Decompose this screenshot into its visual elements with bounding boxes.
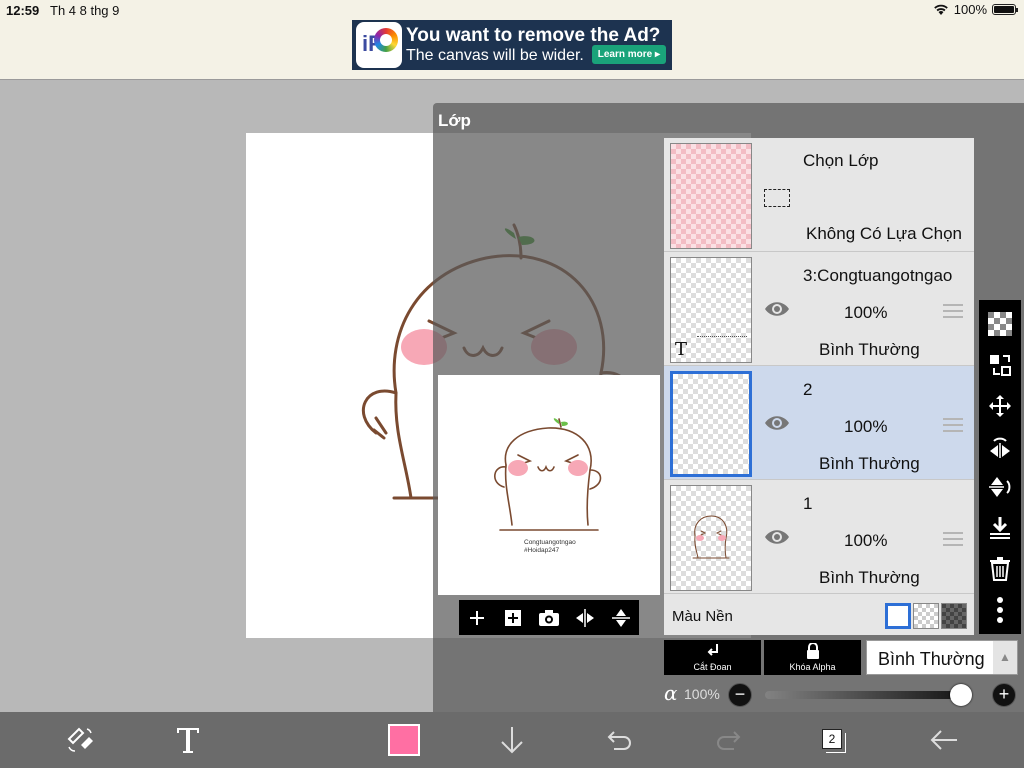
- arrow-down-icon[interactable]: [494, 722, 530, 758]
- more-icon[interactable]: [986, 596, 1014, 624]
- opacity-slider[interactable]: [765, 684, 972, 706]
- eye-icon[interactable]: [764, 413, 790, 433]
- current-color-swatch[interactable]: [388, 724, 420, 756]
- layer-count-value: 2: [822, 729, 842, 749]
- bg-dark-swatch[interactable]: [941, 603, 967, 629]
- opacity-increase-button[interactable]: +: [992, 683, 1016, 707]
- ad-title: You want to remove the Ad?: [406, 25, 661, 46]
- layer-name: 3:Congtuangotngao: [803, 266, 953, 285]
- layer-row-3[interactable]: T 3:Congtuangotngao 100% Bình Thường: [664, 252, 974, 366]
- bg-transparent-swatch[interactable]: [913, 603, 939, 629]
- opacity-value: 100%: [684, 686, 720, 702]
- alpha-icon: α: [664, 681, 678, 705]
- back-arrow-icon[interactable]: [926, 722, 962, 758]
- canvas-preview: Congtuangotngao #Hoidap247: [438, 375, 660, 595]
- eye-icon[interactable]: [764, 299, 790, 319]
- flip-h-icon[interactable]: [986, 433, 1014, 461]
- opacity-row: α 100% − +: [664, 681, 1024, 709]
- top-area: 12:59 Th 4 8 thg 9 100% iP You want to r…: [0, 0, 1024, 80]
- selection-layer-name: Chọn Lớp: [803, 151, 879, 170]
- layer-mode: Bình Thường: [819, 568, 920, 587]
- layer-list: Chọn Lớp Không Có Lựa Chọn T 3:Congtuang…: [664, 138, 974, 635]
- layer-mini-toolbar: [459, 600, 639, 635]
- eye-icon[interactable]: [764, 527, 790, 547]
- redo-icon[interactable]: [710, 722, 746, 758]
- selection-layer[interactable]: Chọn Lớp Không Có Lựa Chọn: [664, 138, 974, 252]
- layer-name: 2: [803, 380, 813, 399]
- layer-side-toolbar: [979, 300, 1021, 634]
- flip-horizontal-icon[interactable]: [573, 606, 597, 630]
- drag-handle-icon[interactable]: [943, 304, 963, 318]
- text-layer-icon: T: [675, 339, 688, 360]
- flip-vertical-icon[interactable]: [609, 606, 633, 630]
- battery-text: 100%: [953, 2, 987, 17]
- selection-thumbnail: [670, 143, 752, 249]
- layer-opacity: 100%: [844, 531, 888, 550]
- move-icon[interactable]: [986, 392, 1014, 420]
- checker-icon[interactable]: [986, 310, 1014, 338]
- transform-icon[interactable]: [986, 351, 1014, 379]
- add-layer-icon[interactable]: [501, 606, 525, 630]
- clipping-button[interactable]: Cắt Đoan: [664, 640, 761, 675]
- wifi-icon: [933, 4, 948, 15]
- layer-thumbnail: T: [670, 257, 752, 363]
- camera-icon[interactable]: [537, 606, 561, 630]
- layers-panel: Lớp Congtuangotngao #Hoidap247 Chọn Lớp …: [433, 103, 1024, 712]
- background-label: Màu Nền: [672, 608, 733, 625]
- merge-down-icon[interactable]: [986, 514, 1014, 542]
- chevron-up-icon: ▲: [993, 641, 1017, 674]
- artwork-caption-2: #Hoidap247: [524, 547, 560, 554]
- plus-icon[interactable]: [465, 606, 489, 630]
- background-color-row: Màu Nền: [664, 597, 974, 635]
- lock-icon: [806, 643, 819, 659]
- text-tool-icon[interactable]: [170, 722, 206, 758]
- layer-opacity: 100%: [844, 303, 888, 322]
- clipping-label: Cắt Đoan: [693, 662, 732, 672]
- bg-white-swatch[interactable]: [885, 603, 911, 629]
- flip-v-icon[interactable]: [986, 473, 1014, 501]
- clip-arrow-icon: [707, 644, 718, 656]
- blend-mode-select[interactable]: Bình Thường ▲: [866, 640, 1018, 675]
- opacity-decrease-button[interactable]: −: [728, 683, 752, 707]
- layer-opacity: 100%: [844, 417, 888, 436]
- alpha-lock-button[interactable]: Khóa Alpha: [764, 640, 861, 675]
- layer-thumb-artwork: [692, 515, 730, 559]
- drag-handle-icon[interactable]: [943, 418, 963, 432]
- bottom-toolbar: 2: [0, 712, 1024, 768]
- layer-thumbnail: [670, 485, 752, 591]
- layers-button[interactable]: 2: [822, 729, 848, 755]
- status-time: 12:59: [6, 3, 40, 18]
- selection-rect-icon: [764, 189, 790, 207]
- blend-mode-value: Bình Thường: [878, 649, 985, 669]
- layer-mode: Bình Thường: [819, 454, 920, 473]
- layer-name: 1: [803, 494, 813, 513]
- learn-more-button[interactable]: Learn more ▸: [591, 45, 666, 64]
- brush-eraser-swap-icon[interactable]: [62, 722, 98, 758]
- panel-title: Lớp: [438, 111, 471, 130]
- layer-row-1[interactable]: 1 100% Bình Thường: [664, 480, 974, 594]
- preview-artwork: [494, 418, 602, 531]
- alpha-lock-label: Khóa Alpha: [789, 662, 836, 672]
- artwork-caption-1: Congtuangotngao: [524, 539, 576, 546]
- ibis-logo-icon: iP: [356, 22, 402, 68]
- slider-knob[interactable]: [950, 684, 972, 706]
- layer-row-2[interactable]: 2 100% Bình Thường: [664, 366, 974, 480]
- status-date: Th 4 8 thg 9: [50, 3, 120, 18]
- trash-icon[interactable]: [986, 555, 1014, 583]
- drag-handle-icon[interactable]: [943, 532, 963, 546]
- layer-thumbnail: [670, 371, 752, 477]
- undo-icon[interactable]: [602, 722, 638, 758]
- ad-banner[interactable]: iP You want to remove the Ad? The canvas…: [352, 20, 672, 70]
- status-right: 100%: [933, 2, 1018, 17]
- battery-icon: [992, 4, 1018, 15]
- layer-mode: Bình Thường: [819, 340, 920, 359]
- selection-status: Không Có Lựa Chọn: [806, 224, 962, 243]
